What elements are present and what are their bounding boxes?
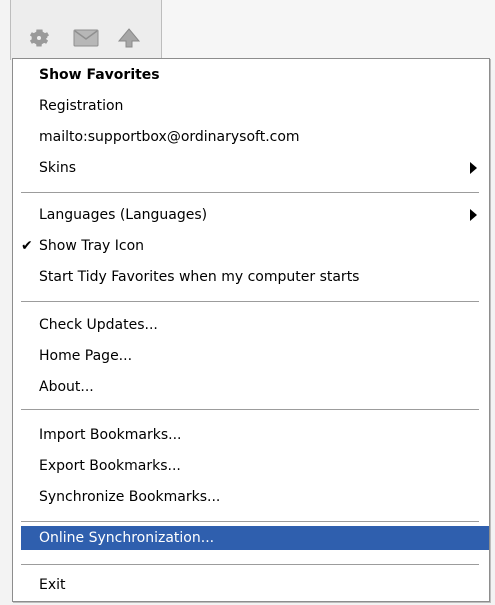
menu-item-import-bookmarks[interactable]: Import Bookmarks...: [21, 423, 489, 447]
menu-item-label: Show Favorites: [39, 67, 160, 83]
menu-item-label: Synchronize Bookmarks...: [39, 489, 221, 505]
mail-icon[interactable]: [73, 29, 99, 49]
menu-item-label: Exit: [39, 577, 66, 593]
menu-item-skins[interactable]: Skins: [21, 156, 489, 180]
menu-item-mailto[interactable]: mailto:supportbox@ordinarysoft.com: [21, 125, 489, 149]
menu-item-label: Registration: [39, 98, 124, 114]
menu-item-registration[interactable]: Registration: [21, 94, 489, 118]
menu-item-label: Skins: [39, 160, 77, 176]
menu-item-languages[interactable]: Languages (Languages): [21, 203, 489, 227]
check-icon: ✔: [21, 238, 33, 254]
gear-icon[interactable]: [28, 27, 52, 47]
menu-item-online-synchronization[interactable]: Online Synchronization...: [21, 526, 489, 550]
menu-item-export-bookmarks[interactable]: Export Bookmarks...: [21, 454, 489, 478]
menu-item-synchronize-bookmarks[interactable]: Synchronize Bookmarks...: [21, 485, 489, 509]
menu-item-start-on-boot[interactable]: Start Tidy Favorites when my computer st…: [21, 265, 489, 289]
menu-item-show-favorites[interactable]: Show Favorites: [21, 63, 489, 87]
arrow-up-icon[interactable]: [117, 27, 141, 48]
menu-item-about[interactable]: About...: [21, 375, 489, 399]
menu-separator: [21, 564, 479, 565]
menu-item-label: Check Updates...: [39, 317, 158, 333]
menu-item-label: Export Bookmarks...: [39, 458, 181, 474]
menu-item-label: Start Tidy Favorites when my computer st…: [39, 269, 360, 285]
context-menu: Show Favorites Registration mailto:suppo…: [12, 58, 490, 602]
menu-separator: [21, 521, 479, 522]
menu-item-label: mailto:supportbox@ordinarysoft.com: [39, 129, 300, 145]
menu-item-label: Home Page...: [39, 348, 133, 364]
menu-item-show-tray-icon[interactable]: ✔ Show Tray Icon: [21, 234, 489, 258]
menu-item-check-updates[interactable]: Check Updates...: [21, 313, 489, 337]
menu-item-label: Online Synchronization...: [39, 530, 215, 546]
menu-item-label: Languages (Languages): [39, 207, 208, 223]
chevron-right-icon: [470, 162, 477, 174]
menu-item-home-page[interactable]: Home Page...: [21, 344, 489, 368]
menu-separator: [21, 301, 479, 302]
menu-item-label: Import Bookmarks...: [39, 427, 182, 443]
menu-separator: [21, 409, 479, 410]
chevron-right-icon: [470, 209, 477, 221]
toolbar: [10, 0, 162, 60]
menu-item-label: Show Tray Icon: [39, 238, 145, 254]
menu-separator: [21, 192, 479, 193]
menu-item-label: About...: [39, 379, 94, 395]
menu-item-exit[interactable]: Exit: [21, 573, 489, 597]
